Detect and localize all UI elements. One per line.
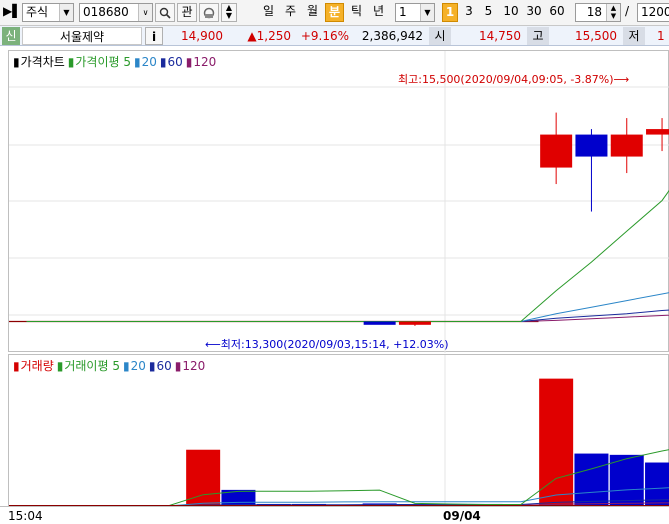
quick-interval-button[interactable]: 10 (501, 3, 521, 22)
quick-interval-button[interactable]: 60 (547, 3, 567, 22)
quick-interval-button[interactable]: 5 (480, 3, 497, 22)
info-button[interactable]: i (145, 27, 163, 45)
search-button[interactable] (155, 3, 175, 22)
low-annotation: ⟵최저:13,300(2020/09/03,15:14, +12.03%) (205, 338, 449, 351)
stock-code-value: 018680 (83, 5, 129, 19)
quick-interval-button[interactable]: 1 (442, 3, 458, 22)
quick-interval-button[interactable]: 3 (461, 3, 477, 22)
high-label: 고 (527, 27, 549, 45)
period-button[interactable]: 분 (325, 3, 344, 22)
total-count-input[interactable]: 1200 (637, 3, 669, 22)
interval-value: 1 (399, 5, 407, 19)
period-button[interactable]: 틱 (347, 3, 366, 22)
price-chart-panel[interactable]: ▮가격차트 ▮가격이평 5 ▮20 ▮60 ▮120 최고:15,500(2020/09… (8, 50, 669, 353)
change-percent: +9.16% (300, 29, 349, 43)
period-button[interactable]: 월 (303, 3, 322, 22)
period-button[interactable]: 년 (369, 3, 388, 22)
market-value: 주식 (26, 5, 49, 19)
time-axis-date: 09/04 (443, 509, 481, 523)
search-icon (159, 7, 171, 19)
candle-body (610, 134, 643, 157)
candle-body (398, 321, 431, 325)
time-axis-start: 15:04 (8, 509, 43, 523)
price-change: ▲1,250 (247, 29, 291, 43)
refresh-icon (203, 7, 215, 19)
low-label: 저 (623, 27, 645, 45)
chevron-down-icon[interactable]: ∨ (138, 4, 152, 21)
volume-bar-up (186, 449, 221, 506)
count-separator: / (625, 4, 630, 18)
open-price: 14,750 (479, 29, 521, 43)
quote-bar: 신 서울제약 i 14,900 ▲1,250 +9.16% 2,386,942 … (0, 26, 669, 46)
candle-body (646, 129, 669, 135)
quick-interval-button[interactable]: 30 (523, 3, 545, 22)
period-button[interactable]: 일 (259, 3, 278, 22)
favorite-button[interactable]: 관 (177, 3, 197, 22)
price-chart[interactable] (9, 51, 669, 353)
volume-chart-panel[interactable]: ▮거래량 ▮거래이평 5 ▮20 ▮60 ▮120 (8, 354, 669, 507)
stepper-arrows-icon[interactable]: ▲ ▼ (606, 4, 620, 21)
low-price: 1 (657, 29, 665, 43)
arrow-down-icon[interactable]: ▼ (222, 12, 236, 20)
market-select[interactable]: 주식 ▼ (22, 3, 74, 22)
toolbar: ▶▌ 주식 ▼ 018680 ∨ 관 ▲ ▼ 일주월분틱년 1 ▼ 1 3 5 10 3… (0, 0, 669, 26)
current-price: 14,900 (181, 29, 223, 43)
credit-tag: 신 (2, 27, 20, 45)
volume-value: 2,386,942 (361, 29, 423, 43)
code-stepper[interactable]: ▲ ▼ (221, 3, 237, 22)
interval-select[interactable]: 1 ▼ (395, 3, 435, 22)
candle-body (575, 134, 608, 157)
price-ma20-line (26, 292, 669, 322)
volume-bar-down (574, 453, 609, 506)
candle-body (540, 134, 573, 168)
high-price: 15,500 (575, 29, 617, 43)
candle-body (363, 321, 396, 325)
chevron-down-icon[interactable]: ▼ (59, 4, 73, 21)
time-axis: 15:04 09/04 (0, 506, 669, 524)
refresh-button[interactable] (199, 3, 219, 22)
open-label: 시 (429, 27, 451, 45)
stock-name: 서울제약 (22, 27, 142, 45)
chevron-down-icon[interactable]: ▼ (420, 4, 434, 21)
display-count-value: 18 (586, 5, 602, 19)
volume-chart[interactable] (9, 355, 669, 507)
display-count-stepper[interactable]: 18 ▲ ▼ (575, 3, 621, 22)
high-annotation: 최고:15,500(2020/09/04,09:05, -3.87%)⟶ (398, 73, 630, 86)
panel-toggle-icon[interactable]: ▶▌ (3, 3, 21, 22)
total-count-value: 1200 (641, 5, 669, 19)
price-ma5-line (26, 189, 669, 322)
stock-code-input[interactable]: 018680 ∨ (79, 3, 153, 22)
period-button[interactable]: 주 (281, 3, 300, 22)
